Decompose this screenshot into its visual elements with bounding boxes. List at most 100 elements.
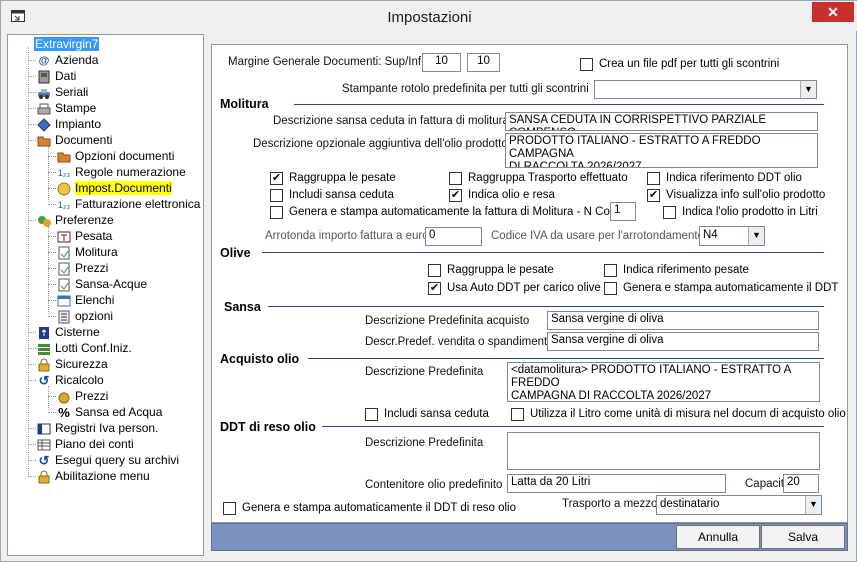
title-bar: Impostazioni ✕ bbox=[1, 1, 857, 31]
cb-indica-olio-resa[interactable]: ✔ Indica olio e resa bbox=[449, 189, 555, 203]
sansa-vendita-input[interactable]: Sansa vergine di oliva bbox=[547, 332, 819, 351]
numbering-icon: 1₂₃ bbox=[57, 167, 71, 178]
iva-dropdown[interactable]: N4 ▼ bbox=[699, 226, 765, 246]
tree-item-dati[interactable]: Dati bbox=[36, 68, 76, 84]
tree-item-seriali[interactable]: Seriali bbox=[36, 84, 88, 100]
close-button[interactable]: ✕ bbox=[812, 2, 854, 22]
checkbox-box bbox=[604, 264, 617, 277]
sansa-vendita-label: Descr.Predef. vendita o spandimento bbox=[365, 336, 554, 348]
lock-icon bbox=[36, 470, 52, 484]
cb-indica-ddt-olio[interactable]: Indica riferimento DDT olio bbox=[647, 172, 802, 186]
checkbox-box: ✔ bbox=[428, 282, 441, 295]
tree-item-registri-iva[interactable]: Registri Iva person. bbox=[36, 420, 158, 436]
car-icon bbox=[36, 86, 52, 100]
checkbox-box bbox=[647, 172, 660, 185]
cb-olive-indica-pesate[interactable]: Indica riferimento pesate bbox=[604, 264, 749, 278]
list-icon bbox=[56, 294, 72, 308]
tree-item-opzioni-documenti[interactable]: Opzioni documenti bbox=[56, 148, 174, 164]
checkbox-box bbox=[511, 408, 524, 421]
tree-item-esegui-query[interactable]: ↺ Esegui query su archivi bbox=[36, 452, 180, 468]
printer-dropdown[interactable]: ▼ bbox=[594, 80, 817, 99]
cb-ddt-genera[interactable]: Genera e stampa automaticamente il DDT d… bbox=[223, 502, 516, 516]
acquisto-desc-input[interactable]: <datamolitura> PRODOTTO ITALIANO - ESTRA… bbox=[507, 362, 820, 402]
tree-item-pesata[interactable]: Pesata bbox=[56, 228, 112, 244]
tree-item-molitura[interactable]: Molitura bbox=[56, 244, 118, 260]
arrotonda-input[interactable]: 0 bbox=[425, 227, 482, 246]
copie-input[interactable]: 1 bbox=[610, 202, 636, 221]
checkbox-box bbox=[580, 58, 593, 71]
pdf-checkbox[interactable]: Crea un file pdf per tutti gli scontrini bbox=[580, 58, 779, 72]
tree-item-preferenze[interactable]: Preferenze bbox=[36, 212, 114, 228]
checkbox-box bbox=[428, 264, 441, 277]
capacita-input[interactable]: 20 bbox=[783, 474, 819, 493]
cb-raggruppa-trasporto[interactable]: Raggruppa Trasporto effettuato bbox=[449, 172, 628, 186]
tree-item-abilitazione-menu[interactable]: Abilitazione menu bbox=[36, 468, 150, 484]
tree-root-label: Extravirgin7 bbox=[34, 37, 100, 51]
tree-item-elenchi[interactable]: Elenchi bbox=[56, 292, 114, 308]
settings-tree[interactable]: Extravirgin7 @ Azienda Dati Seriali Stamp… bbox=[7, 34, 204, 556]
refresh-icon: ↺ bbox=[38, 452, 50, 468]
section-divider bbox=[268, 306, 824, 307]
checkbox-box: ✔ bbox=[270, 172, 283, 185]
tree-item-prezzi[interactable]: Prezzi bbox=[56, 260, 108, 276]
margin-inf-input[interactable]: 10 bbox=[467, 53, 500, 72]
section-acquisto-olio: Acquisto olio bbox=[220, 352, 300, 366]
tree-item-sansa-ed-acqua[interactable]: % Sansa ed Acqua bbox=[56, 404, 162, 420]
tree-item-impianto[interactable]: Impianto bbox=[36, 116, 101, 132]
chevron-down-icon: ▼ bbox=[748, 227, 764, 245]
printer-icon bbox=[36, 102, 52, 116]
sansa-desc-input[interactable]: SANSA CEDUTA IN CORRISPETTIVO PARZIALE C… bbox=[505, 112, 818, 131]
cb-visualizza-info[interactable]: ✔ Visualizza info sull'olio prodotto bbox=[647, 189, 825, 203]
section-molitura: Molitura bbox=[220, 97, 269, 111]
at-icon: @ bbox=[38, 54, 50, 67]
sansa-acquisto-input[interactable]: Sansa vergine di oliva bbox=[547, 311, 819, 330]
preferences-icon bbox=[36, 214, 52, 228]
cb-usa-auto-ddt[interactable]: ✔ Usa Auto DDT per carico olive bbox=[428, 282, 601, 296]
tree-root[interactable]: Extravirgin7 bbox=[34, 36, 100, 52]
settings-window: Impostazioni ✕ Extravirgin7 @ Azienda Dat… bbox=[0, 0, 857, 562]
cb-utilizza-litro[interactable]: Utilizza il Litro come unità di misura n… bbox=[511, 408, 846, 422]
iva-label: Codice IVA da usare per l'arrotondamento… bbox=[491, 230, 708, 242]
salva-button[interactable]: Salva bbox=[761, 525, 845, 549]
annulla-button[interactable]: Annulla bbox=[676, 525, 760, 549]
cb-genera-fattura[interactable]: Genera e stampa automaticamente la fattu… bbox=[270, 206, 628, 220]
checkbox-box bbox=[604, 282, 617, 295]
tree-item-documenti[interactable]: Documenti bbox=[36, 132, 112, 148]
diamond-icon bbox=[36, 118, 52, 132]
tree-item-piano-conti[interactable]: Piano dei conti bbox=[36, 436, 134, 452]
olio-desc-input[interactable]: PRODOTTO ITALIANO - ESTRATTO A FREDDO CA… bbox=[505, 133, 818, 168]
cb-indica-litri[interactable]: Indica l'olio prodotto in Litri bbox=[663, 206, 818, 220]
scale-icon bbox=[56, 230, 72, 244]
money-bag-icon bbox=[56, 390, 72, 404]
tree-item-cisterne[interactable]: Cisterne bbox=[36, 324, 100, 340]
contenitore-input[interactable]: Latta da 20 Litri bbox=[507, 474, 726, 493]
cb-includi-sansa[interactable]: Includi sansa ceduta bbox=[270, 189, 394, 203]
tree-item-fatturazione-elettronica[interactable]: 1₂₃ Fatturazione elettronica bbox=[56, 196, 201, 212]
contenitore-label: Contenitore olio predefinito bbox=[365, 479, 503, 491]
folder-icon bbox=[36, 134, 52, 148]
tree-item-ricalcolo-prezzi[interactable]: Prezzi bbox=[56, 388, 108, 404]
tree-item-opzioni[interactable]: opzioni bbox=[56, 308, 113, 324]
ledger-icon bbox=[36, 438, 52, 452]
tree-item-lotti[interactable]: Lotti Conf.Iniz. bbox=[36, 340, 132, 356]
tree-item-sicurezza[interactable]: Sicurezza bbox=[36, 356, 108, 372]
tree-item-impost-documenti[interactable]: Impost.Documenti bbox=[56, 180, 172, 196]
percent-icon: % bbox=[58, 404, 70, 420]
cb-olive-raggruppa-pesate[interactable]: Raggruppa le pesate bbox=[428, 264, 554, 278]
trasporto-dropdown[interactable]: destinatario ▼ bbox=[656, 495, 822, 515]
bottom-bar: Annulla Salva bbox=[211, 523, 848, 551]
checkbox-box bbox=[449, 172, 462, 185]
cb-olive-genera-ddt[interactable]: Genera e stampa automaticamente il DDT bbox=[604, 282, 838, 296]
tree-item-stampe[interactable]: Stampe bbox=[36, 100, 96, 116]
cb-acquisto-includi-sansa[interactable]: Includi sansa ceduta bbox=[365, 408, 489, 422]
section-divider bbox=[294, 104, 824, 105]
margin-sup-input[interactable]: 10 bbox=[422, 53, 461, 72]
tree-item-regole-numerazione[interactable]: 1₂₃ Regole numerazione bbox=[56, 164, 186, 180]
tank-icon bbox=[36, 326, 52, 340]
cb-raggruppa-pesate[interactable]: ✔ Raggruppa le pesate bbox=[270, 172, 396, 186]
tree-item-sansa-acque[interactable]: Sansa-Acque bbox=[56, 276, 147, 292]
tree-item-azienda[interactable]: @ Azienda bbox=[36, 52, 99, 68]
checkbox-box bbox=[270, 206, 283, 219]
ddt-desc-input[interactable] bbox=[507, 432, 820, 470]
tree-item-ricalcolo[interactable]: ↺ Ricalcolo bbox=[36, 372, 104, 388]
